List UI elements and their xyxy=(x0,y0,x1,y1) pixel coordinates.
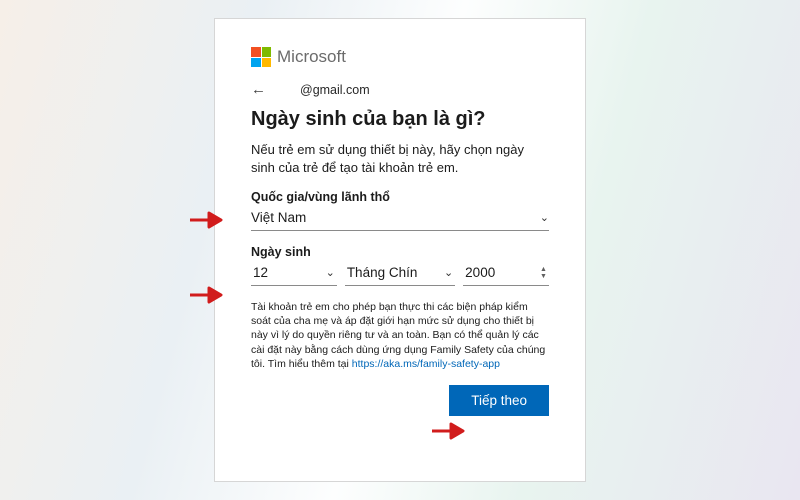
chevron-down-icon: ⌄ xyxy=(444,266,453,279)
dob-label: Ngày sinh xyxy=(251,245,549,259)
spinner-icon: ▲▼ xyxy=(540,266,547,280)
dob-month-select[interactable]: Tháng Chín ⌄ xyxy=(345,261,455,286)
brand-row: Microsoft xyxy=(251,47,549,67)
back-button[interactable]: ← xyxy=(251,81,266,98)
dob-row: 12 ⌄ Tháng Chín ⌄ 2000 ▲▼ xyxy=(251,261,549,286)
country-select[interactable]: Việt Nam ⌄ xyxy=(251,206,549,231)
brand-name: Microsoft xyxy=(277,47,346,67)
button-row: Tiếp theo xyxy=(251,385,549,416)
dob-year-stepper[interactable]: 2000 ▲▼ xyxy=(463,261,549,286)
country-value: Việt Nam xyxy=(251,210,306,225)
dob-day-value: 12 xyxy=(253,265,268,280)
dob-day-select[interactable]: 12 ⌄ xyxy=(251,261,337,286)
dob-year-value: 2000 xyxy=(465,265,495,280)
next-button[interactable]: Tiếp theo xyxy=(449,385,549,416)
page-description: Nếu trẻ em sử dụng thiết bị này, hãy chọ… xyxy=(251,141,549,176)
signup-card: Microsoft ← @gmail.com Ngày sinh của bạn… xyxy=(214,18,586,482)
dob-month-value: Tháng Chín xyxy=(347,265,418,280)
identity-row: ← @gmail.com xyxy=(251,81,549,98)
microsoft-logo-icon xyxy=(251,47,271,67)
fineprint: Tài khoản trẻ em cho phép bạn thực thi c… xyxy=(251,300,549,371)
country-label: Quốc gia/vùng lãnh thổ xyxy=(251,190,549,204)
family-safety-link[interactable]: https://aka.ms/family-safety-app xyxy=(352,358,500,370)
account-email: @gmail.com xyxy=(300,83,370,97)
chevron-down-icon: ⌄ xyxy=(326,266,335,279)
page-title: Ngày sinh của bạn là gì? xyxy=(251,108,549,131)
chevron-down-icon: ⌄ xyxy=(540,211,549,224)
